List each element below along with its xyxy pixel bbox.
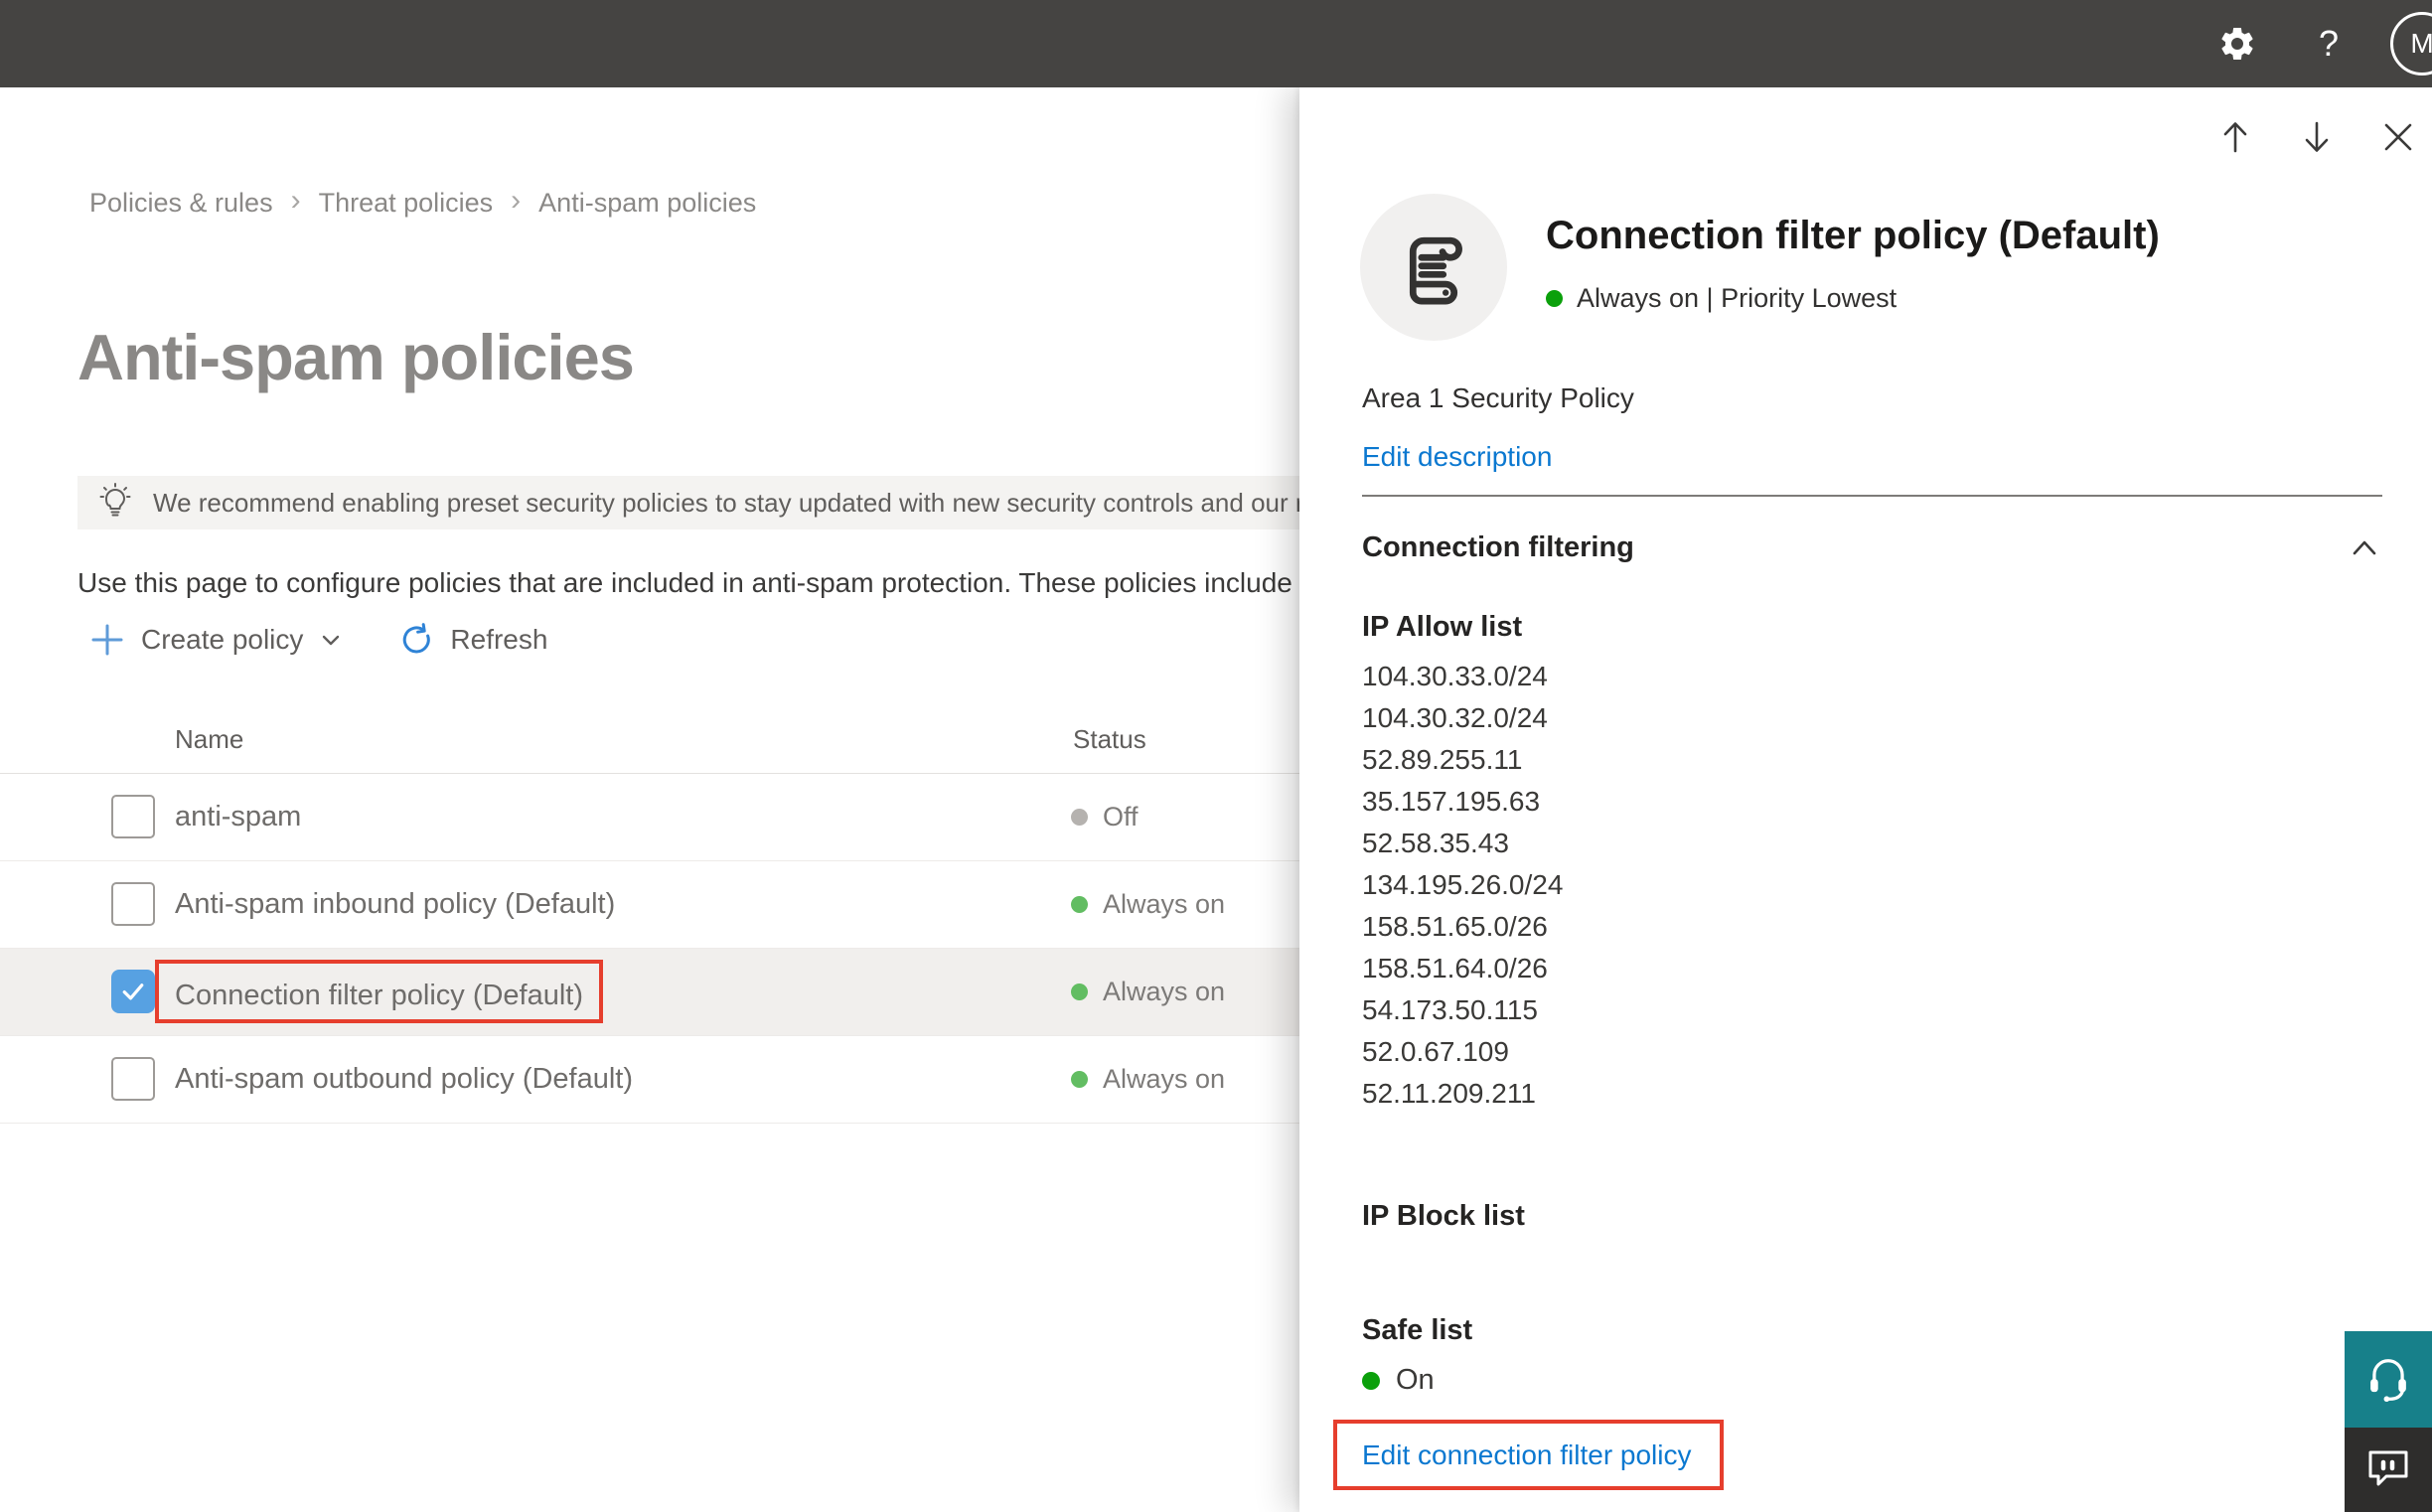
ip-allow-item: 52.11.209.211 [1362,1078,1536,1109]
breadcrumb-separator-icon: › [290,184,301,217]
status-dot-icon [1546,290,1563,307]
ip-allow-list-heading: IP Allow list [1362,611,1523,643]
row-checkbox[interactable] [111,795,155,838]
safe-list-heading: Safe list [1362,1314,1473,1346]
close-icon[interactable] [2378,117,2418,157]
create-policy-button[interactable]: Create policy [89,622,343,658]
headset-icon [2362,1351,2414,1408]
safe-list-status-text: On [1396,1364,1435,1396]
previous-item-arrow-up-icon[interactable] [2215,117,2255,157]
support-button[interactable] [2345,1331,2432,1428]
ip-allow-item: 52.89.255.11 [1362,744,1523,775]
page-title: Anti-spam policies [77,321,635,393]
breadcrumb-separator-icon: › [511,184,522,217]
row-checkbox[interactable] [111,1057,155,1101]
breadcrumb: Policies & rules › Threat policies › Anti-sp… [89,184,756,220]
top-app-bar: ? M [0,0,2432,87]
edit-connection-filter-policy-link[interactable]: Edit connection filter policy [1362,1439,1692,1471]
feedback-button[interactable] [2345,1428,2432,1512]
topbar-icon-group: ? M [2215,0,2432,87]
account-avatar[interactable]: M [2390,12,2432,76]
ip-allow-item: 104.30.33.0/24 [1362,661,1548,691]
status-dot-icon [1071,809,1088,826]
flyout-title: Connection filter policy (Default) [1546,214,2160,257]
status-label: Always on [1103,1064,1226,1094]
flyout-status-text: Always on | Priority Lowest [1577,283,1898,313]
ip-allow-item: 35.157.195.63 [1362,786,1541,817]
policy-name[interactable]: Anti-spam outbound policy (Default) [175,1036,633,1123]
plus-icon [89,622,125,658]
policy-scroll-icon [1360,194,1507,341]
status-cell: Always on [1071,861,1225,948]
status-cell: Always on [1071,949,1225,1035]
row-checkbox[interactable] [111,970,155,1013]
divider [1362,495,2382,497]
policy-description: Area 1 Security Policy [1362,382,1634,413]
ip-allow-item: 52.0.67.109 [1362,1036,1509,1067]
refresh-label: Refresh [450,624,548,655]
status-dot-icon [1071,1071,1088,1088]
status-dot-icon [1071,983,1088,1000]
status-cell: Off [1071,774,1139,860]
lightbulb-icon [95,481,135,526]
chevron-up-icon[interactable] [2349,532,2380,564]
refresh-icon [398,622,434,658]
breadcrumb-item[interactable]: Anti-spam policies [538,188,756,219]
ip-allow-item: 134.195.26.0/24 [1362,869,1564,900]
breadcrumb-item[interactable]: Threat policies [319,188,494,219]
avatar-initial: M [2410,28,2432,59]
details-flyout-panel: Connection filter policy (Default) Alway… [1299,87,2432,1512]
ip-block-list-heading: IP Block list [1362,1200,1525,1232]
edit-policy-highlight-box: Edit connection filter policy [1333,1420,1724,1490]
edit-description-link[interactable]: Edit description [1362,441,1552,473]
ip-allow-item: 158.51.65.0/26 [1362,911,1548,942]
ip-allow-item: 158.51.64.0/26 [1362,953,1548,983]
ip-allow-item: 54.173.50.115 [1362,994,1538,1025]
ip-allow-item: 52.58.35.43 [1362,828,1509,858]
column-header-name[interactable]: Name [175,724,243,755]
ip-allow-list: 104.30.33.0/24 104.30.32.0/24 52.89.255.11… [1362,656,1563,1115]
flyout-status-line: Always on | Priority Lowest [1546,283,1897,314]
policy-name[interactable]: Connection filter policy (Default) [155,960,604,1023]
status-cell: Always on [1071,1036,1225,1123]
toolbar: Create policy Refresh [89,612,547,668]
settings-gear-icon[interactable] [2215,22,2259,66]
create-policy-label: Create policy [141,624,304,655]
status-dot-icon [1362,1371,1380,1390]
help-icon[interactable]: ? [2319,23,2339,65]
ip-allow-item: 104.30.32.0/24 [1362,702,1548,733]
status-label: Off [1103,802,1139,832]
safe-list-status: On [1362,1364,1435,1397]
policy-name[interactable]: Anti-spam inbound policy (Default) [175,861,615,948]
status-label: Always on [1103,889,1226,919]
status-dot-icon [1071,896,1088,913]
breadcrumb-item[interactable]: Policies & rules [89,188,273,219]
column-header-status[interactable]: Status [1073,724,1146,755]
chevron-down-icon [319,628,343,652]
flyout-nav-icons [2215,117,2418,157]
next-item-arrow-down-icon[interactable] [2297,117,2337,157]
row-checkbox[interactable] [111,882,155,926]
status-label: Always on [1103,977,1226,1006]
policy-name[interactable]: anti-spam [175,774,301,860]
section-title-connection-filtering: Connection filtering [1362,531,1634,563]
feedback-bubble-icon [2364,1443,2412,1496]
refresh-button[interactable]: Refresh [398,622,547,658]
